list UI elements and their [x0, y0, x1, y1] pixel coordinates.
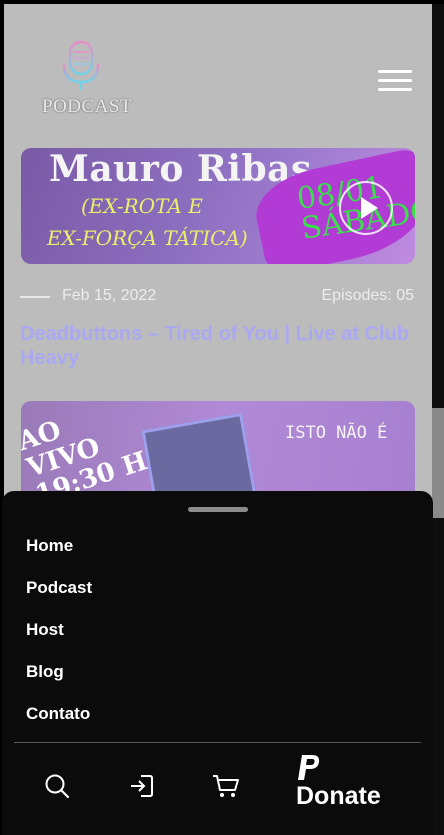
nav-item-podcast[interactable]: Podcast: [26, 571, 92, 613]
thumbnail-text: EX-FORÇA TÁTICA): [47, 226, 248, 250]
paypal-icon: [298, 755, 320, 780]
menu-divider: [14, 742, 421, 743]
screen: PODCAST Mauro Ribas (EX-ROTA E EX-FORÇA …: [0, 0, 444, 835]
search-button[interactable]: [37, 761, 77, 811]
login-icon: [131, 775, 153, 797]
post-date: Feb 15, 2022: [62, 287, 157, 304]
search-icon: [45, 774, 70, 799]
thumbnail-text: Mauro Ribas: [49, 148, 312, 190]
hamburger-menu-icon[interactable]: [378, 70, 412, 92]
site-logo[interactable]: PODCAST: [42, 38, 133, 124]
donate-button[interactable]: Donate: [296, 753, 381, 809]
post-episodes: Episodes: 05: [321, 287, 414, 304]
cart-button[interactable]: [206, 761, 246, 811]
donate-label: Donate: [296, 782, 381, 810]
scrollbar-thumb[interactable]: [432, 408, 444, 518]
post-title-link[interactable]: Deadbuttons – Tired of You | Live at Clu…: [20, 322, 416, 370]
nav-item-host[interactable]: Host: [26, 613, 92, 655]
logo-text: PODCAST: [42, 96, 133, 117]
bottom-sheet-menu: Home Podcast Host Blog Contato Donate: [2, 491, 433, 835]
scrollbar[interactable]: [432, 4, 444, 835]
play-icon[interactable]: [339, 181, 393, 235]
post-thumbnail[interactable]: Mauro Ribas (EX-ROTA E EX-FORÇA TÁTICA) …: [21, 148, 415, 264]
nav-item-blog[interactable]: Blog: [26, 655, 92, 697]
nav-item-home[interactable]: Home: [26, 529, 92, 571]
nav-item-contato[interactable]: Contato: [26, 697, 92, 739]
nav-menu: Home Podcast Host Blog Contato: [26, 529, 92, 739]
meta-divider: [20, 296, 50, 298]
thumbnail-text: (EX-ROTA E: [81, 194, 203, 218]
cart-icon: [213, 775, 239, 797]
drag-handle[interactable]: [188, 507, 248, 512]
thumbnail-text: ISTO NÃO É: [285, 423, 388, 443]
microphone-icon: [62, 40, 100, 90]
login-button[interactable]: [122, 761, 162, 811]
